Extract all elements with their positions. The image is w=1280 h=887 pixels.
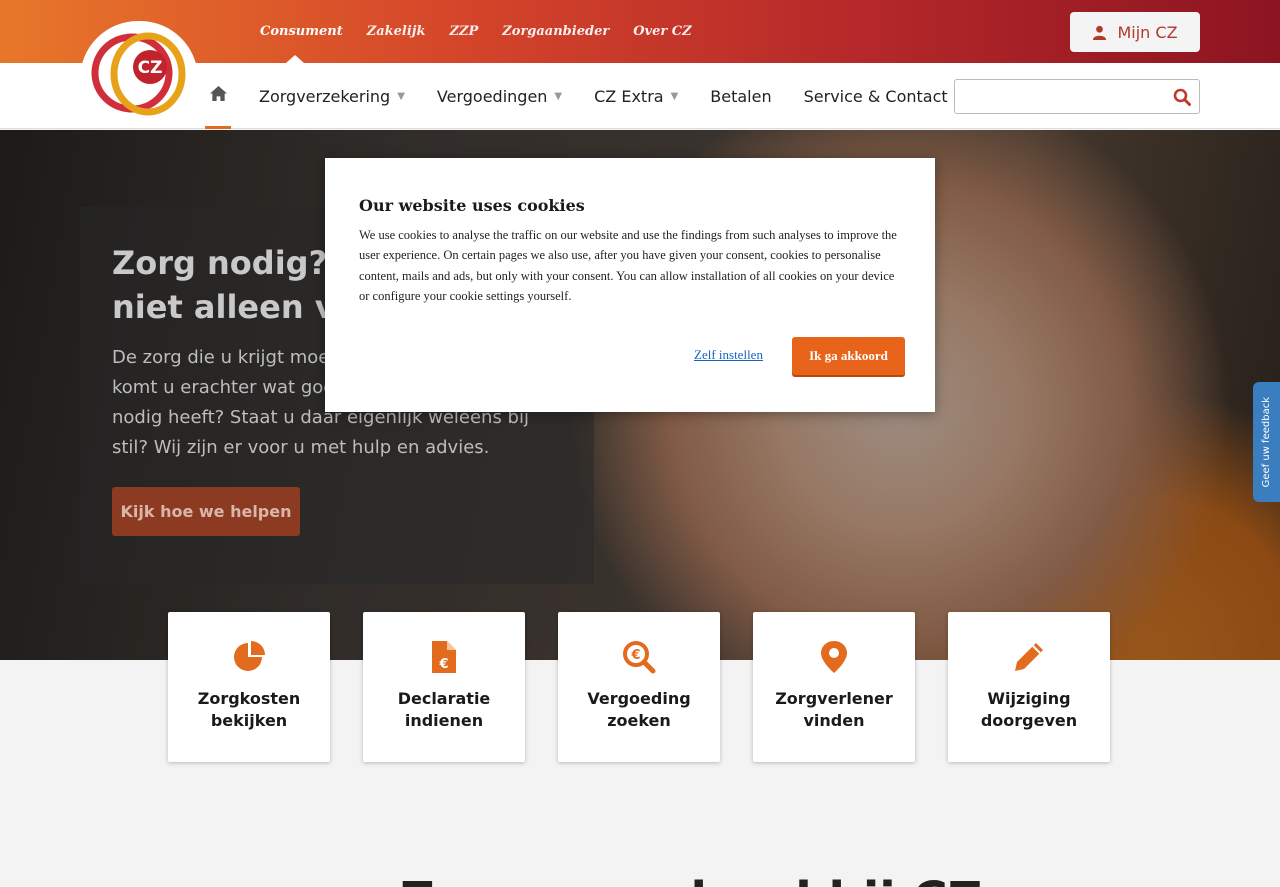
segment-link-zorgaanbieder[interactable]: Zorgaanbieder [502, 24, 609, 39]
pie-chart-icon [234, 641, 265, 671]
nav-item-label: Zorgverzekering [259, 87, 391, 106]
home-link[interactable] [205, 85, 231, 129]
feedback-tab[interactable]: Geef uw feedback [1253, 382, 1280, 502]
tile-label: Wijziging doorgeven [980, 689, 1078, 730]
nav-item-service-contact[interactable]: Service & Contact [804, 87, 948, 106]
user-icon [1093, 25, 1107, 40]
chevron-down-icon: ▼ [397, 91, 405, 102]
hero-cta-button[interactable]: Kijk hoe we helpen [112, 487, 300, 536]
mijn-cz-button[interactable]: Mijn CZ [1070, 12, 1200, 52]
mijn-cz-label: Mijn CZ [1117, 22, 1178, 42]
search-icon[interactable] [1173, 88, 1191, 106]
nav-item-label: Vergoedingen [436, 87, 548, 106]
svg-text:€: € [630, 648, 640, 663]
tile-declaratie[interactable]: € Declaratie indienen [363, 612, 525, 762]
segment-link-zzp[interactable]: ZZP [450, 24, 479, 39]
feedback-label: Geef uw feedback [1261, 396, 1272, 488]
tile-label: Zorgverlener vinden [775, 689, 893, 730]
nav-item-vergoedingen[interactable]: Vergoedingen ▼ [437, 87, 562, 106]
home-icon [209, 85, 227, 102]
segment-link-over-cz[interactable]: Over CZ [633, 24, 691, 39]
cookie-accept-button[interactable]: Ik ga akkoord [792, 337, 905, 375]
search-box [954, 79, 1200, 114]
svg-text:€: € [438, 657, 448, 672]
tile-wijziging[interactable]: Wijziging doorgeven [948, 612, 1110, 762]
quick-action-tiles: Zorgkosten bekijken € Declaratie indiene… [168, 612, 1110, 762]
tile-label: Vergoeding zoeken [587, 689, 691, 730]
map-pin-icon [821, 641, 847, 673]
tile-label: Declaratie indienen [397, 689, 491, 730]
cookie-title: Our website uses cookies [359, 196, 585, 215]
cz-logo[interactable]: CZ [80, 21, 198, 119]
nav-item-cz-extra[interactable]: CZ Extra ▼ [594, 87, 678, 106]
nav-item-label: Service & Contact [803, 87, 948, 106]
euro-search-icon: € [623, 641, 656, 674]
nav-item-zorgverzekering[interactable]: Zorgverzekering ▼ [259, 87, 405, 106]
tile-label: Zorgkosten bekijken [197, 689, 301, 730]
segment-link-consument[interactable]: Consument [260, 24, 343, 39]
nav-item-betalen[interactable]: Betalen [710, 87, 771, 106]
chevron-down-icon: ▼ [554, 91, 563, 102]
tile-zorgverlener[interactable]: Zorgverlener vinden [753, 612, 915, 762]
nav-item-label: CZ Extra [594, 87, 664, 106]
tile-zorgkosten[interactable]: Zorgkosten bekijken [168, 612, 330, 762]
nav-item-label: Betalen [710, 87, 772, 106]
tile-vergoeding[interactable]: € Vergoeding zoeken [558, 612, 720, 762]
chevron-down-icon: ▼ [670, 91, 679, 102]
cz-logo-mark: CZ [91, 32, 186, 116]
search-input[interactable] [955, 80, 1155, 113]
segment-nav: Consument Zakelijk ZZP Zorgaanbieder Ove… [260, 24, 692, 39]
euro-document-icon: € [432, 641, 456, 673]
nav-items: Zorgverzekering ▼ Vergoedingen ▼ CZ Extra ▼… [259, 87, 948, 106]
cookie-configure-link[interactable]: Zelf instellen [694, 347, 763, 363]
segment-link-zakelijk[interactable]: Zakelijk [367, 24, 426, 39]
logo-text: CZ [138, 58, 163, 78]
section-title: Zorg verzekerd bij CZ [400, 872, 982, 887]
active-segment-caret [286, 55, 304, 63]
pencil-icon [1015, 643, 1043, 671]
cookie-dialog: Our website uses cookies We use cookies … [325, 158, 935, 412]
cookie-text: We use cookies to analyse the traffic on… [359, 228, 897, 303]
